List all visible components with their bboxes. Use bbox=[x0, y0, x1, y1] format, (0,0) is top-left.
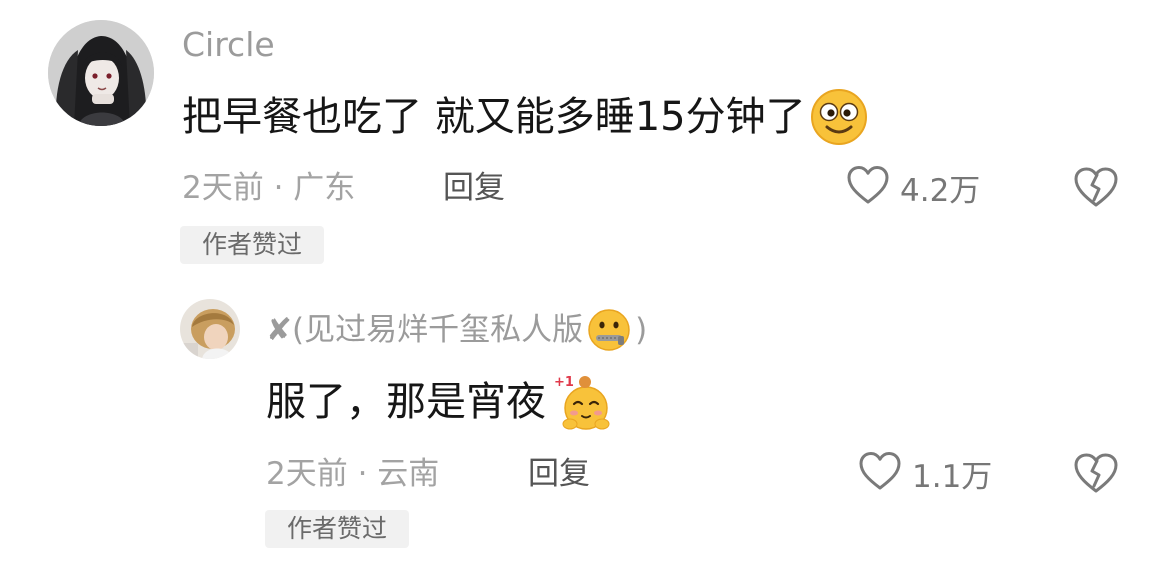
avatar[interactable] bbox=[180, 299, 240, 359]
comment-text: 把早餐也吃了 就又能多睡15分钟了 bbox=[182, 88, 868, 146]
comment-time-location: 2天前 · 云南 bbox=[266, 456, 440, 492]
heart-outline-icon bbox=[846, 165, 890, 209]
comment-text-body: 服了，那是宵夜 bbox=[266, 379, 546, 425]
like-count: 4.2万 bbox=[900, 172, 981, 209]
svg-text:+1: +1 bbox=[554, 375, 574, 390]
username[interactable]: ✘(见过易烊千玺私人版 ) bbox=[266, 308, 647, 352]
reply-button[interactable]: 回复 bbox=[528, 454, 590, 494]
heart-outline-icon bbox=[858, 451, 902, 495]
reply-button[interactable]: 回复 bbox=[443, 168, 505, 208]
like-count: 1.1万 bbox=[912, 458, 993, 495]
comment-text-body: 把早餐也吃了 就又能多睡15分钟了 bbox=[182, 94, 806, 140]
comment-time-location: 2天前 · 广东 bbox=[182, 170, 356, 206]
broken-heart-icon bbox=[1073, 167, 1119, 212]
comment-text: 服了，那是宵夜 +1 bbox=[266, 372, 614, 432]
plus-one-face-emoji-icon: +1 bbox=[552, 372, 614, 432]
author-liked-badge: 作者赞过 bbox=[180, 226, 324, 264]
broken-heart-icon bbox=[1073, 453, 1119, 498]
username-suffix: ) bbox=[635, 312, 648, 348]
username[interactable]: Circle bbox=[182, 26, 275, 64]
like-button[interactable]: 4.2万 bbox=[846, 164, 980, 210]
zipper-mouth-emoji-icon bbox=[587, 308, 631, 352]
dislike-button[interactable] bbox=[1073, 452, 1119, 498]
avatar[interactable] bbox=[48, 20, 154, 126]
author-liked-badge: 作者赞过 bbox=[265, 510, 409, 548]
dislike-button[interactable] bbox=[1073, 166, 1119, 212]
goofy-face-emoji-icon bbox=[810, 88, 868, 146]
like-button[interactable]: 1.1万 bbox=[858, 450, 992, 496]
username-text: ✘(见过易烊千玺私人版 bbox=[266, 312, 584, 348]
